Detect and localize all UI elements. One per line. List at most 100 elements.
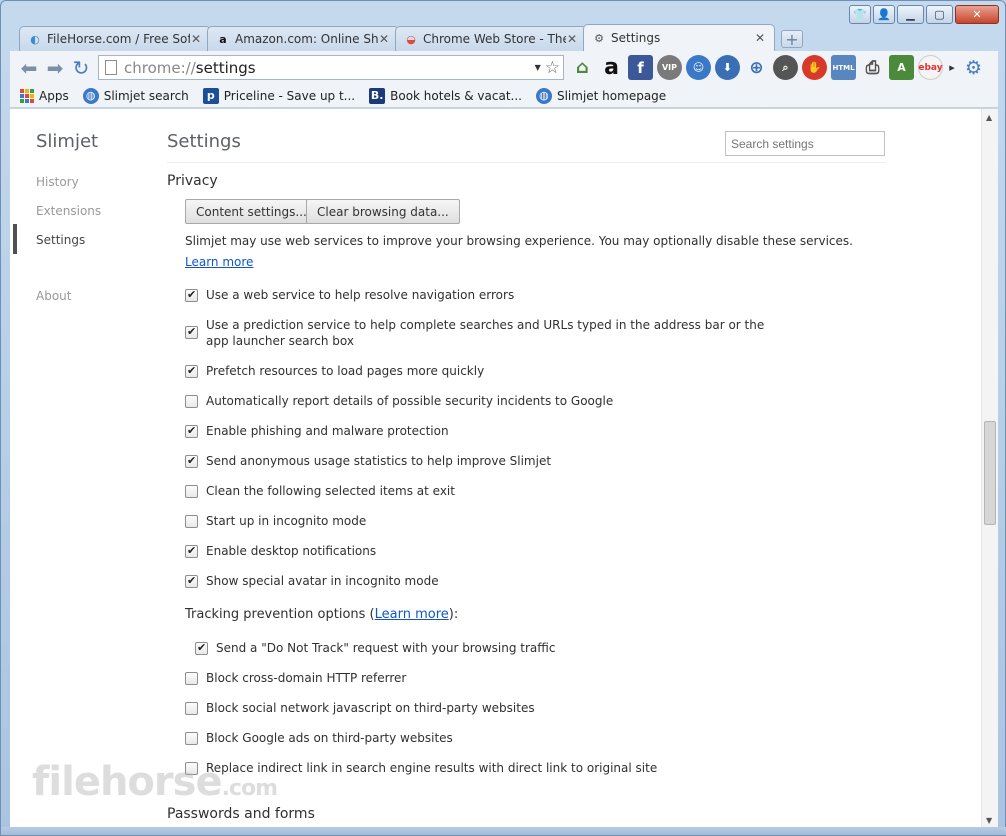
privacy-section-title: Privacy [167, 173, 218, 189]
booking-icon: B. [369, 87, 386, 104]
tab-amazon[interactable]: a Amazon.com: Online Shop ✕ [207, 26, 399, 51]
scroll-down-arrow-icon[interactable]: ▼ [986, 816, 992, 825]
tracking-learn-more-link[interactable]: Learn more [375, 607, 449, 622]
checkbox[interactable] [185, 702, 198, 715]
tab-webstore[interactable]: ◒ Chrome Web Store - Then ✕ [395, 26, 587, 51]
tab-close-icon[interactable]: ✕ [378, 32, 390, 46]
nav-item-settings[interactable]: Settings [36, 233, 85, 247]
html-icon[interactable]: HTML [831, 55, 856, 80]
nav-item-about[interactable]: About [36, 289, 71, 303]
checkbox[interactable] [185, 423, 198, 439]
more-arrow-icon[interactable]: ▸ [947, 55, 957, 80]
checkbox[interactable] [185, 395, 198, 408]
browser-window: 👕 👤 ▁ ▢ ✕ ◐ FileHorse.com / Free Softw ✕… [0, 0, 1006, 836]
tab-close-icon[interactable]: ✕ [754, 31, 766, 45]
download-icon[interactable]: ⬇ [715, 55, 740, 80]
option-label: Block social network javascript on third… [206, 701, 535, 715]
badge-icon[interactable]: VIP [657, 55, 682, 80]
bookmark-label: Slimjet homepage [556, 88, 667, 103]
checkbox[interactable] [185, 485, 198, 498]
option-desktop-notifications[interactable]: Enable desktop notifications [185, 543, 785, 559]
scrollbar-thumb[interactable] [984, 421, 996, 525]
settings-wrench-icon[interactable]: ⚙ [961, 55, 986, 80]
print-icon[interactable]: ⎙ [860, 55, 885, 80]
checkbox[interactable] [185, 287, 198, 303]
back-arrow-icon[interactable]: ⬅ [16, 55, 42, 81]
checkbox[interactable] [185, 453, 198, 469]
option-incognito-startup[interactable]: Start up in incognito mode [185, 513, 785, 529]
content-settings-button[interactable]: Content settings... [185, 199, 318, 224]
bookmark-slimjet-homepage[interactable]: ◍ Slimjet homepage [535, 87, 667, 104]
window-controls: 👕 👤 ▁ ▢ ✕ [849, 5, 999, 24]
option-do-not-track[interactable]: Send a "Do Not Track" request with your … [195, 640, 795, 656]
bookmark-star-icon[interactable]: ☆ [545, 58, 560, 78]
option-label: Enable desktop notifications [206, 544, 377, 558]
address-bar[interactable]: chrome://settings ▼ ☆ [98, 55, 564, 80]
amazon-icon[interactable]: a [599, 55, 624, 80]
option-usage-statistics[interactable]: Send anonymous usage statistics to help … [185, 453, 785, 469]
option-block-google-ads[interactable]: Block Google ads on third-party websites [185, 730, 785, 746]
reload-icon[interactable]: ↻ [68, 55, 94, 81]
option-clean-at-exit[interactable]: Clean the following selected items at ex… [185, 483, 785, 499]
option-label: Clean the following selected items at ex… [206, 484, 455, 498]
option-label: Send a "Do Not Track" request with your … [216, 641, 556, 655]
home-icon[interactable]: ⌂ [570, 55, 595, 80]
checkbox[interactable] [185, 732, 198, 745]
nav-item-extensions[interactable]: Extensions [36, 204, 101, 218]
nav-item-history[interactable]: History [36, 175, 79, 189]
vertical-scrollbar[interactable]: ▲ ▼ [981, 109, 998, 829]
option-direct-links[interactable]: Replace indirect link in search engine r… [185, 760, 825, 776]
clear-browsing-data-button[interactable]: Clear browsing data... [306, 199, 460, 224]
stop-icon[interactable]: ✋ [802, 55, 827, 80]
search-settings-input[interactable] [725, 131, 885, 156]
side-nav: Slimjet History Extensions Settings Abou… [10, 109, 150, 829]
facebook-icon[interactable]: f [628, 55, 653, 80]
checkbox[interactable] [185, 324, 198, 340]
dropdown-arrow-icon[interactable]: ▼ [535, 63, 541, 72]
amazon-icon: a [219, 32, 227, 46]
bookmark-slimjet-search[interactable]: ◍ Slimjet search [82, 87, 189, 104]
forward-arrow-icon[interactable]: ➡ [42, 55, 68, 81]
bookmark-booking[interactable]: B. Book hotels & vacat... [369, 87, 522, 104]
ebay-icon[interactable]: ebay [918, 55, 943, 80]
maximize-button[interactable]: ▢ [926, 5, 953, 24]
url-text[interactable]: chrome://settings [124, 59, 535, 77]
checkbox[interactable] [185, 515, 198, 528]
option-report-security[interactable]: Automatically report details of possible… [185, 393, 785, 409]
option-phishing-protection[interactable]: Enable phishing and malware protection [185, 423, 785, 439]
checkbox[interactable] [195, 640, 208, 656]
bookmark-label: Priceline - Save up t... [223, 88, 356, 103]
bookmarks-bar: Apps ◍ Slimjet search p Priceline - Save… [10, 84, 998, 108]
option-navigation-errors[interactable]: Use a web service to help resolve naviga… [185, 287, 785, 303]
tab-settings[interactable]: ⚙ Settings ✕ [583, 24, 775, 51]
active-nav-marker [13, 224, 17, 254]
search-icon[interactable]: ⌕ [773, 55, 798, 80]
close-button[interactable]: ✕ [955, 5, 999, 24]
user-icon[interactable]: 👤 [873, 5, 895, 24]
new-tab-button[interactable]: + [781, 30, 803, 49]
option-incognito-avatar[interactable]: Show special avatar in incognito mode [185, 573, 785, 589]
option-block-referrer[interactable]: Block cross-domain HTTP referrer [185, 670, 785, 686]
checkbox[interactable] [185, 363, 198, 379]
checkbox[interactable] [185, 672, 198, 685]
checkbox[interactable] [185, 543, 198, 559]
bookmark-priceline[interactable]: p Priceline - Save up t... [202, 87, 356, 104]
learn-more-link[interactable]: Learn more [185, 255, 253, 269]
theme-icon[interactable]: 👕 [849, 5, 871, 24]
toolbar: ⬅ ➡ ↻ chrome://settings ▼ ☆ ⌂ a f VIP ☺ … [10, 51, 998, 84]
minimize-button[interactable]: ▁ [897, 5, 924, 24]
tab-close-icon[interactable]: ✕ [566, 32, 578, 46]
scroll-up-arrow-icon[interactable]: ▲ [986, 113, 992, 122]
tab-close-icon[interactable]: ✕ [190, 32, 202, 46]
tab-filehorse[interactable]: ◐ FileHorse.com / Free Softw ✕ [19, 26, 211, 51]
option-prediction-service[interactable]: Use a prediction service to help complet… [185, 317, 775, 349]
window-bottom-border [1, 827, 1006, 835]
filehorse-icon: ◐ [30, 32, 40, 46]
option-prefetch[interactable]: Prefetch resources to load pages more qu… [185, 363, 785, 379]
translate-icon[interactable]: A [889, 55, 914, 80]
face-icon[interactable]: ☺ [686, 55, 711, 80]
checkbox[interactable] [185, 573, 198, 589]
bookmark-apps[interactable]: Apps [20, 88, 69, 103]
zoom-icon[interactable]: ⊕ [744, 55, 769, 80]
option-block-social-js[interactable]: Block social network javascript on third… [185, 700, 785, 716]
